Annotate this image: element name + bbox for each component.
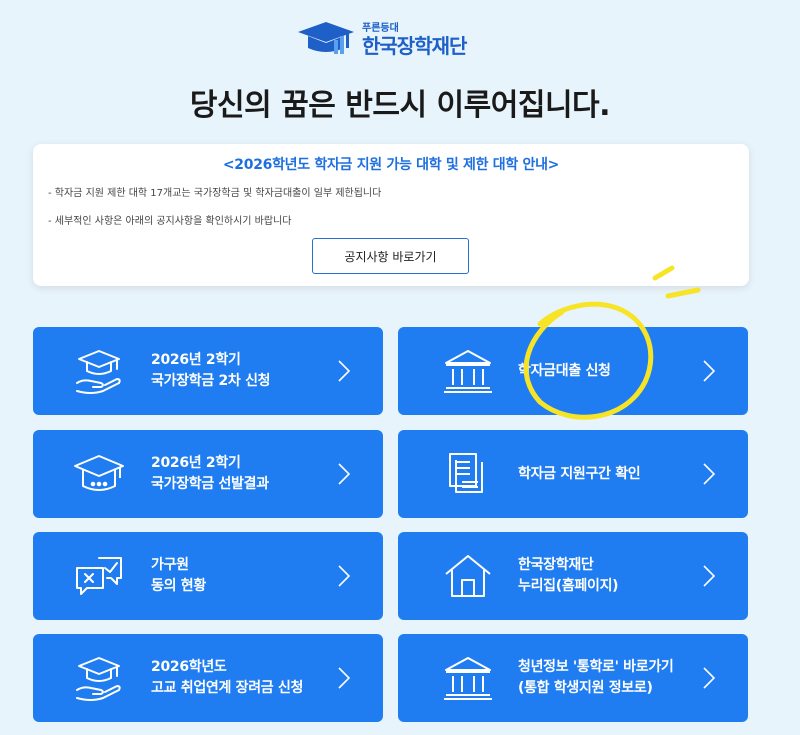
card-scholarship-result[interactable]: 2026년 2학기 국가장학금 선발결과 (33, 430, 383, 518)
card-household-consent[interactable]: 가구원 동의 현황 (33, 532, 383, 620)
notice-link-button[interactable]: 공지사항 바로가기 (312, 238, 469, 274)
card-line1: 2026년 2학기 (151, 352, 241, 368)
card-youth-info[interactable]: 청년정보 '통학로' 바로가기 (통합 학생지원 정보로) (398, 634, 748, 722)
chevron-right-icon (338, 463, 351, 485)
notice-title: <2026학년도 학자금 지원 가능 대학 및 제한 대학 안내> (222, 157, 560, 173)
card-line2: 국가장학금 2차 신청 (151, 373, 271, 389)
graduation-cap-icon (74, 455, 124, 491)
page-headline: 당신의 꿈은 반드시 이루어집니다. (189, 88, 611, 123)
chevron-right-icon (338, 360, 351, 382)
consent-chat-icon (76, 557, 122, 595)
card-line2: (통합 학생지원 정보로) (518, 680, 653, 696)
card-homepage[interactable]: 한국장학재단 누리집(홈페이지) (398, 532, 748, 620)
document-stack-icon (449, 453, 483, 493)
chevron-right-icon (703, 360, 716, 382)
bank-building-icon (444, 657, 492, 700)
chevron-right-icon (703, 667, 716, 689)
card-line1: 학자금 지원구간 확인 (518, 465, 641, 482)
notice-line-2: - 세부적인 사항은 아래의 공지사항을 확인하시기 바랍니다 (48, 216, 292, 227)
bank-building-icon (444, 350, 492, 393)
card-line1: 2026학년도 (151, 659, 227, 675)
graduation-cap-hand-icon (76, 657, 121, 701)
card-student-loan-apply[interactable]: 학자금대출 신청 (398, 327, 748, 415)
card-line1: 학자금대출 신청 (518, 362, 611, 379)
card-support-bracket[interactable]: 학자금 지원구간 확인 (398, 430, 748, 518)
card-line1: 한국장학재단 (518, 557, 594, 573)
card-line1: 2026년 2학기 (151, 455, 241, 471)
card-scholarship-apply[interactable]: 2026년 2학기 국가장학금 2차 신청 (33, 327, 383, 415)
card-line2: 누리집(홈페이지) (518, 578, 619, 594)
chevron-right-icon (703, 565, 716, 587)
graduation-cap-logo-icon (298, 22, 354, 54)
card-line2: 동의 현황 (151, 578, 206, 594)
card-line2: 고교 취업연계 장려금 신청 (151, 680, 304, 696)
notice-box: <2026학년도 학자금 지원 가능 대학 및 제한 대학 안내> - 학자금 … (33, 144, 749, 286)
house-icon (445, 555, 491, 597)
chevron-right-icon (338, 667, 351, 689)
chevron-right-icon (338, 565, 351, 587)
site-logo[interactable]: 푸른등대 한국장학재단 (296, 16, 496, 60)
card-employment-incentive[interactable]: 2026학년도 고교 취업연계 장려금 신청 (33, 634, 383, 722)
logo-name: 한국장학재단 (362, 34, 467, 58)
chevron-right-icon (703, 463, 716, 485)
graduation-cap-hand-icon (76, 350, 121, 394)
card-line2: 국가장학금 선발결과 (151, 476, 269, 492)
notice-line-1: - 학자금 지원 제한 대학 17개교는 국가장학금 및 학자금대출이 일부 제… (48, 188, 382, 199)
card-line1: 청년정보 '통학로' 바로가기 (518, 659, 674, 675)
card-line1: 가구원 (151, 557, 189, 573)
